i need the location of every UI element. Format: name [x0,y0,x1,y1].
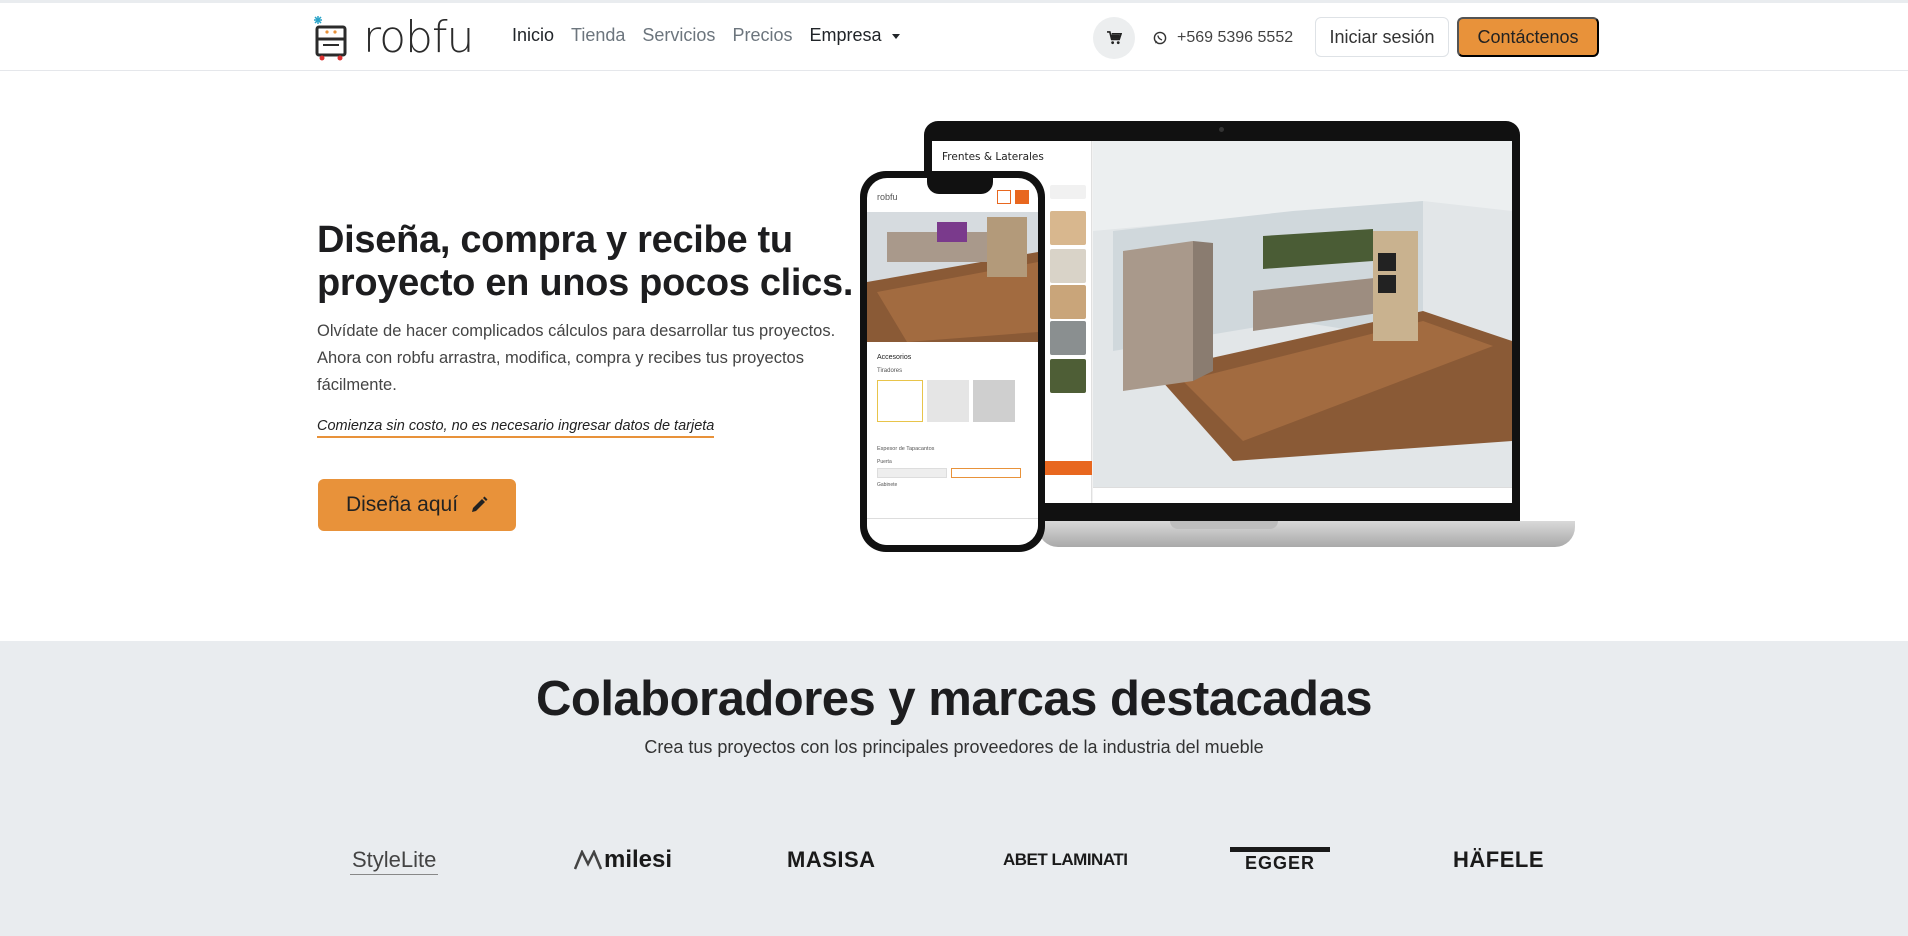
hero-note: Comienza sin costo, no es necesario ingr… [317,418,715,438]
cart-icon [1106,31,1122,45]
nav-dropdown-label: Empresa [809,25,882,45]
handle-option-3 [973,380,1015,422]
handle-option-1 [877,380,923,422]
nav-link-servicios[interactable]: Servicios [642,25,715,46]
nav-dropdown-empresa[interactable]: Empresa [809,25,900,46]
camera-dot [1219,127,1224,132]
phone-field-1: Puerta [877,459,892,465]
egger-text: EGGER [1244,852,1315,873]
swatch-wood [1050,285,1086,319]
swatch-green [1050,359,1086,393]
whatsapp-icon [1153,31,1167,45]
partners-subtitle: Crea tus proyectos con los principales p… [644,737,1264,757]
navbar: robfu Inicio Tienda Servicios Precios Em… [0,3,1908,71]
contact-button[interactable]: Contáctenos [1457,17,1599,57]
hero-description: Olvídate de hacer complicados cálculos p… [317,322,836,394]
phone-number: +569 5396 5552 [1177,29,1294,46]
swatch-grey [1050,321,1086,355]
main-nav: Inicio Tienda Servicios Precios Empresa [512,25,900,46]
logo-abet-laminati: ABET LAMINATI [1003,850,1128,869]
phone-subsection: Tiradores [877,368,903,374]
logo-milesi: milesi [574,845,672,875]
phone-bottom-tabs [867,518,1038,545]
phone-notch [927,178,993,194]
logo-masisa: MASISA [787,847,876,872]
phone-screen: robfu Accesorios Tiradores Espesor de Ta… [867,178,1038,545]
nav-link-inicio[interactable]: Inicio [512,25,554,46]
phone-save-icon [1015,190,1029,204]
phone-field-2: Gabinete [877,482,898,488]
login-button[interactable]: Iniciar sesión [1315,17,1449,57]
nav-link-tienda[interactable]: Tienda [571,25,625,46]
kitchen-logo-icon [314,16,347,61]
egger-bar-icon [1230,846,1330,852]
kitchen-3d-scene [1093,141,1512,487]
swatch-white [1050,185,1086,199]
panel-title: Frentes & Laterales [942,151,1044,163]
milesi-text: milesi [604,846,673,873]
nav-link-precios[interactable]: Precios [732,25,792,46]
hero-title: Diseña, compra y recibe tu proyecto en u… [317,219,854,304]
caret-down-icon [891,34,900,39]
phone-kitchen-scene [867,212,1038,342]
brand-name: robfu [363,12,474,63]
phone-field-1-box [877,468,947,478]
partners-section: Colaboradores y marcas destacadas Crea t… [0,641,1908,936]
phone-undo-icon [997,190,1011,204]
laptop-notch [1170,521,1278,529]
swatch-light [1050,249,1086,283]
phone-mini-logo: robfu [877,192,898,202]
phone-section-2: Espesor de Tapacantos [877,446,935,452]
logo-hafele: HÄFELE [1453,847,1544,872]
phone-field-1-box-b [951,468,1021,478]
cart-button[interactable] [1093,17,1135,59]
pencil-icon [472,496,488,512]
swatch-oak [1050,211,1086,245]
phone-mockup: robfu Accesorios Tiradores Espesor de Ta… [860,171,1045,552]
logo-egger: EGGER [1230,845,1330,875]
handle-option-2 [927,380,969,422]
laptop-base [1038,521,1575,547]
design-button-label: Diseña aquí [345,493,459,516]
whatsapp-contact[interactable]: +569 5396 5552 [1153,29,1293,47]
logo-stylelite: StyleLite [350,845,439,875]
design-here-button[interactable]: Diseña aquí [318,479,516,531]
milesi-mark-icon [574,850,602,870]
phone-section-title: Accesorios [877,354,912,361]
brand-logo[interactable]: robfu [311,12,474,63]
partners-title: Colaboradores y marcas destacadas [536,672,1372,726]
laptop-bottom-toolbar [1093,487,1512,503]
